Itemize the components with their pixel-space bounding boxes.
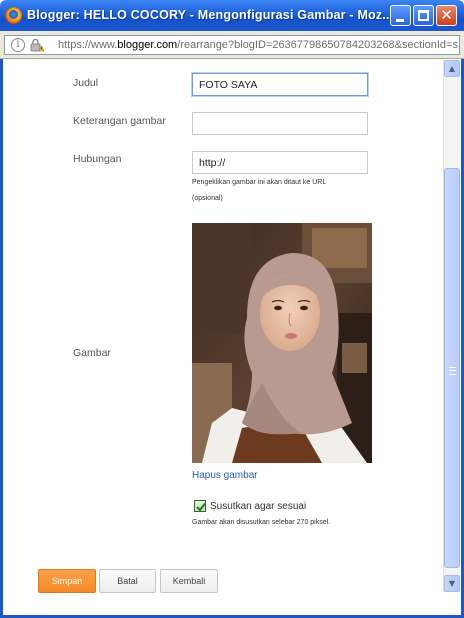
scroll-down-button[interactable]: ▼ [444,575,460,592]
link-url-input[interactable] [192,151,368,174]
title-label: Judul [73,77,99,89]
maximize-icon [418,10,429,21]
window-frame-left [0,59,3,618]
vertical-scrollbar[interactable]: ▲ ▼ [443,60,460,592]
save-button[interactable]: Simpan [38,569,96,593]
info-icon[interactable]: i [11,38,25,52]
close-icon: ✕ [440,6,453,24]
lock-warning-icon[interactable] [30,38,44,52]
checkmark-icon [196,502,206,512]
shrink-to-fit-checkbox[interactable] [194,500,206,512]
profile-photo [192,223,372,463]
minimize-icon [396,19,404,22]
close-button[interactable]: ✕ [436,5,457,26]
link-hint: Pengeklikan gambar ini akan ditaut ke UR… [192,179,327,186]
link-label: Hubungan [73,153,122,165]
firefox-icon [5,7,22,24]
window-title: Blogger: HELLO COCORY - Mengonfigurasi G… [27,8,394,22]
shrink-note: Gambar akan disusutkan selebar 270 pikse… [192,519,331,526]
cancel-button[interactable]: Batal [99,569,156,593]
back-button[interactable]: Kembali [160,569,218,593]
minimize-button[interactable] [390,5,411,26]
scroll-thumb[interactable] [444,168,460,568]
link-hint-optional: (opsional) [192,195,223,202]
caption-label: Keterangan gambar [73,115,166,127]
title-input[interactable] [192,73,368,96]
scroll-up-button[interactable]: ▲ [444,60,460,77]
caption-input[interactable] [192,112,368,135]
url-field[interactable]: i https://www.blogger.com/rearrange?blog… [4,35,460,55]
url-path: /rearrange?blogID=26367798650784203268&s… [177,39,458,51]
shrink-to-fit-label[interactable]: Susutkan agar sesuai [210,501,306,512]
url-host: blogger.com [117,39,178,51]
image-label: Gambar [73,347,111,359]
address-bar: i https://www.blogger.com/rearrange?blog… [0,31,464,59]
remove-image-link[interactable]: Hapus gambar [192,470,258,481]
url-text: https://www.blogger.com/rearrange?blogID… [58,39,458,51]
maximize-button[interactable] [413,5,434,26]
url-prefix: https://www. [58,39,118,51]
scroll-grip-icon [449,367,456,375]
window-title-bar[interactable]: Blogger: HELLO COCORY - Mengonfigurasi G… [0,0,464,31]
